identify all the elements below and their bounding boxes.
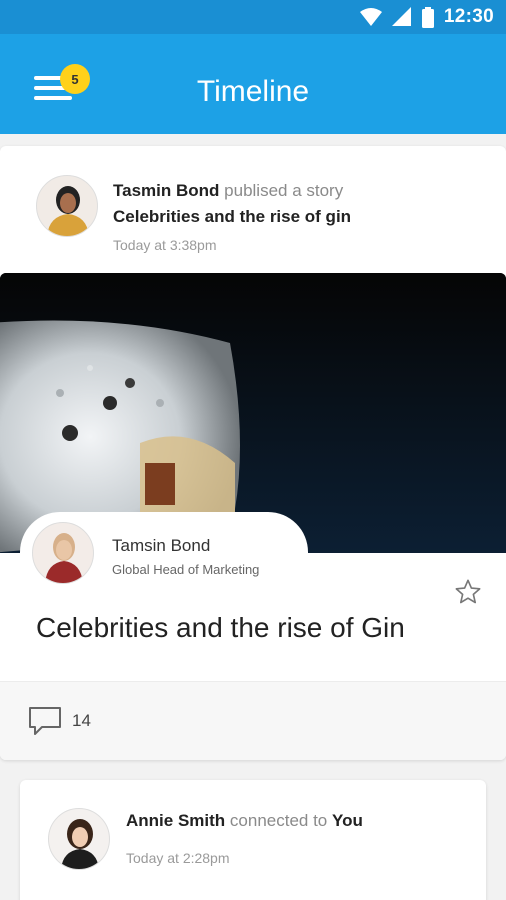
comment-icon[interactable] [28, 705, 62, 737]
avatar[interactable] [48, 808, 110, 870]
hero-image[interactable] [0, 273, 506, 553]
connection-card[interactable]: Annie Smith connected to You Today at 2:… [20, 780, 486, 900]
avatar[interactable] [36, 175, 98, 237]
byline-name: Tamsin Bond [112, 536, 211, 555]
activity-action: publised a story [224, 181, 344, 200]
author-name[interactable]: Tasmin Bond [113, 181, 219, 200]
battery-icon [421, 6, 434, 28]
connection-action: connected to [229, 811, 328, 830]
status-time: 12:30 [443, 6, 494, 27]
connection-name[interactable]: Annie Smith [126, 811, 225, 830]
star-outline-icon[interactable] [454, 578, 482, 606]
card-footer: 14 [0, 681, 506, 760]
story-headline[interactable]: Celebrities and the rise of Gin [36, 612, 405, 644]
status-icons: 12:30 [359, 6, 494, 28]
story-activity: Tasmin Bond publised a story [113, 181, 343, 201]
timestamp: Today at 3:38pm [113, 237, 217, 253]
story-card[interactable]: Tasmin Bond publised a story Celebrities… [0, 146, 506, 760]
avatar [32, 522, 94, 584]
story-link-title[interactable]: Celebrities and the rise of gin [113, 207, 351, 227]
connection-target[interactable]: You [332, 811, 363, 830]
byline-role: Global Head of Marketing [112, 562, 260, 577]
app-bar: 5 Timeline [0, 34, 506, 134]
cellular-signal-icon [391, 7, 411, 26]
author-byline[interactable]: Tamsin Bond Global Head of Marketing [20, 512, 308, 594]
connection-activity: Annie Smith connected to You [126, 811, 363, 831]
comment-count[interactable]: 14 [72, 711, 91, 731]
status-bar: 12:30 [0, 0, 506, 34]
timestamp: Today at 2:28pm [126, 850, 230, 866]
page-title: Timeline [196, 75, 310, 108]
wifi-icon [359, 8, 382, 26]
